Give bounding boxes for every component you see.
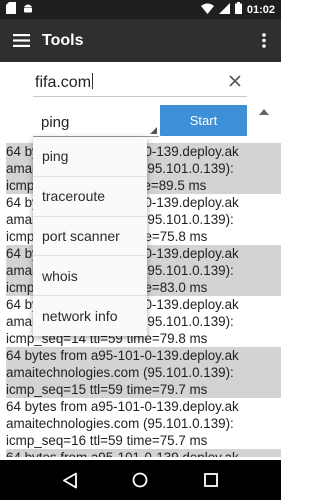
clear-icon[interactable] — [225, 71, 245, 91]
output-line: icmp_seq=16 ttl=59 time=75.7 ms — [6, 433, 208, 448]
status-time: 01:02 — [246, 3, 275, 16]
tool-select-value: ping — [41, 114, 70, 131]
hamburger-menu-icon[interactable] — [0, 19, 42, 62]
android-icon — [22, 1, 34, 19]
output-line: 64 bytes from a95-101-0-139.deploy.ak — [6, 347, 281, 364]
sd-card-icon — [6, 1, 16, 19]
dropdown-triangle-icon — [150, 127, 157, 134]
wifi-icon — [200, 3, 214, 17]
collapse-up-icon[interactable] — [259, 109, 269, 115]
navigation-bar — [0, 460, 281, 500]
output-line: icmp_seq=15 ttl=59 time=79.7 ms — [6, 381, 281, 398]
battery-icon — [234, 2, 242, 17]
home-icon[interactable] — [125, 465, 155, 495]
back-icon[interactable] — [55, 465, 85, 495]
overflow-menu-icon[interactable] — [247, 19, 281, 62]
output-line: 64 bytes from a95-101-0-139.deploy.ak — [6, 449, 281, 457]
host-input-value[interactable]: fifa.com — [35, 73, 94, 92]
host-input[interactable]: fifa.com — [33, 67, 247, 97]
dropdown-item-whois[interactable]: whois — [33, 256, 147, 297]
signal-icon — [218, 2, 230, 17]
output-line: 64 bytes from a95-101-0-139.deploy.ak — [6, 399, 239, 414]
app-bar: Tools — [0, 19, 281, 62]
output-line: amaitechnologies.com (95.101.0.139): — [6, 364, 281, 381]
status-bar: 01:02 — [0, 0, 281, 19]
dropdown-item-port-scanner[interactable]: port scanner — [33, 217, 147, 257]
app-title: Tools — [42, 31, 84, 49]
dropdown-item-traceroute[interactable]: traceroute — [33, 177, 147, 217]
start-button[interactable]: Start — [160, 105, 247, 136]
tool-dropdown-menu: ping traceroute port scanner whois netwo… — [33, 137, 147, 336]
recents-icon[interactable] — [196, 465, 226, 495]
dropdown-item-network-info[interactable]: network info — [33, 296, 147, 336]
output-line: amaitechnologies.com (95.101.0.139): — [6, 416, 234, 431]
tool-select[interactable]: ping — [33, 107, 159, 137]
dropdown-item-ping[interactable]: ping — [33, 137, 147, 177]
